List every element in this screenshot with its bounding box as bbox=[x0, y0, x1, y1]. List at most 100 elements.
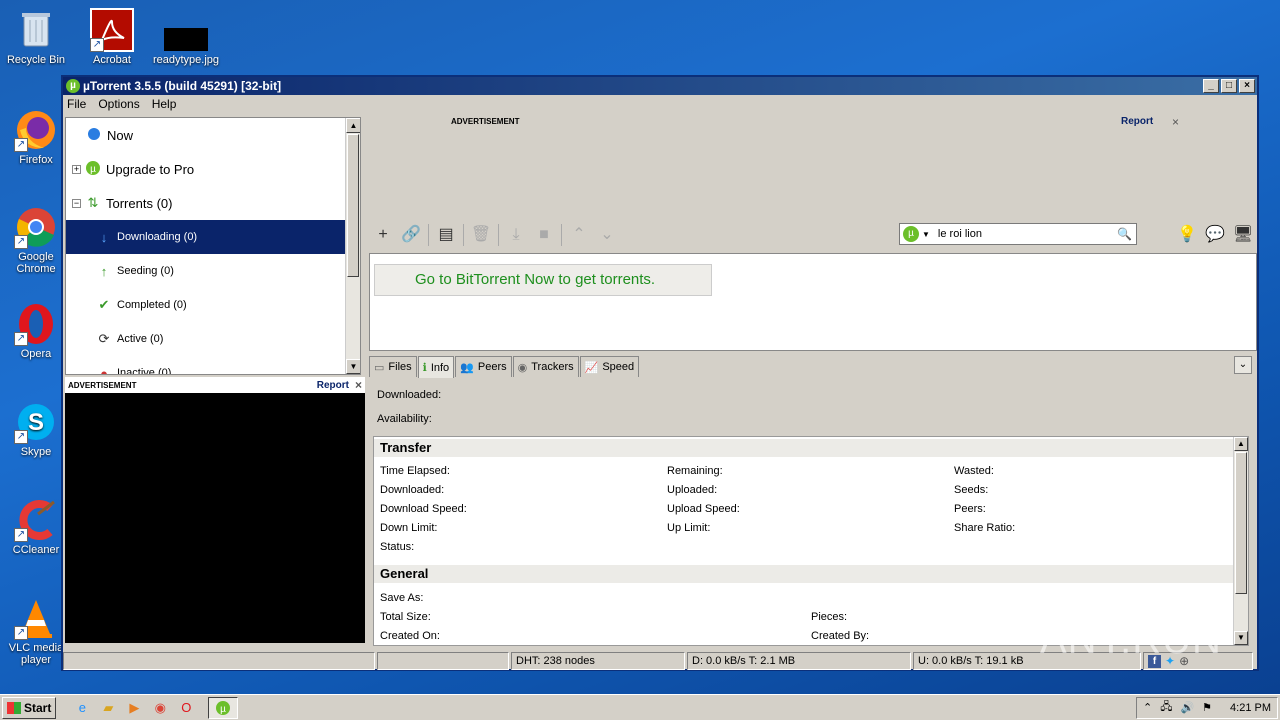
title-bar[interactable]: µ µTorrent 3.5.5 (build 45291) [32-bit] … bbox=[63, 77, 1257, 95]
toolbar-separator bbox=[428, 224, 429, 246]
transfer-section-title: Transfer bbox=[374, 439, 1236, 457]
search-provider-icon[interactable]: µ bbox=[903, 226, 919, 242]
vlc-icon: ↗ bbox=[14, 596, 58, 640]
tab-files[interactable]: ▭ Files bbox=[369, 356, 417, 377]
total-size-label: Total Size: bbox=[380, 611, 431, 623]
sidebar-item-label: Completed (0) bbox=[117, 299, 187, 311]
start-button[interactable]: Start bbox=[2, 696, 57, 719]
start-download-icon[interactable]: ⤓ bbox=[502, 221, 530, 249]
scroll-up-icon[interactable]: ▲ bbox=[1234, 437, 1248, 451]
explorer-folder-icon[interactable]: ▰ bbox=[100, 700, 116, 716]
opera-icon[interactable]: O bbox=[178, 700, 194, 716]
sidebar-item-now[interactable]: Now bbox=[66, 118, 360, 152]
desktop-icon-label: Acrobat bbox=[93, 54, 131, 66]
search-box[interactable]: µ ▼ 🔍 bbox=[899, 223, 1137, 245]
tab-speed[interactable]: 📈 Speed bbox=[579, 356, 640, 377]
peers-label: Peers: bbox=[954, 503, 986, 515]
sidebar-item-inactive[interactable]: ● Inactive (0) bbox=[66, 356, 360, 375]
minimize-button[interactable]: _ bbox=[1203, 79, 1219, 93]
tray-expand-icon[interactable]: ⌃ bbox=[1143, 701, 1152, 714]
scroll-thumb[interactable] bbox=[347, 134, 359, 277]
bittorrent-now-banner[interactable]: Go to BitTorrent Now to get torrents. bbox=[374, 264, 712, 296]
media-player-icon[interactable]: ▶ bbox=[126, 700, 142, 716]
files-icon: ▭ bbox=[374, 361, 385, 374]
scroll-down-icon[interactable]: ▼ bbox=[1234, 631, 1248, 645]
tab-info[interactable]: ℹ Info bbox=[417, 356, 455, 378]
remove-icon[interactable]: 🗑 bbox=[467, 221, 495, 249]
collapse-icon[interactable]: − bbox=[72, 198, 81, 208]
ad-label: ADVERTISEMENT bbox=[68, 380, 137, 390]
expand-icon[interactable]: + bbox=[72, 164, 81, 174]
collapse-panel-icon[interactable]: ⌄ bbox=[1234, 356, 1252, 374]
sidebar-item-active[interactable]: ⟳ Active (0) bbox=[66, 322, 360, 356]
sidebar-item-seeding[interactable]: ↑ Seeding (0) bbox=[66, 254, 360, 288]
top-advertisement: ADVERTISEMENT Report × bbox=[369, 113, 1257, 213]
add-torrent-icon[interactable]: + bbox=[369, 221, 397, 249]
taskbar-utorrent-button[interactable]: µ bbox=[208, 696, 239, 719]
now-icon bbox=[86, 127, 102, 144]
system-tray: ⌃ 🖧 🔊 ⚑ 4:21 PM bbox=[1135, 696, 1278, 719]
sidebar-item-upgrade[interactable]: + µ Upgrade to Pro bbox=[66, 152, 360, 186]
search-input[interactable] bbox=[937, 228, 1108, 240]
sidebar-item-completed[interactable]: ✔ Completed (0) bbox=[66, 288, 360, 322]
availability-label: Availability: bbox=[377, 413, 432, 425]
scroll-up-icon[interactable]: ▲ bbox=[346, 118, 360, 133]
ad-close-icon[interactable]: × bbox=[355, 378, 362, 392]
create-torrent-icon[interactable]: ▤ bbox=[432, 221, 460, 249]
svg-text:µ: µ bbox=[220, 704, 226, 715]
shortcut-arrow-icon: ↗ bbox=[14, 235, 28, 249]
dht-status: DHT: 238 nodes bbox=[511, 652, 685, 670]
status-label: Status: bbox=[380, 541, 415, 553]
menu-options[interactable]: Options bbox=[98, 97, 139, 111]
ad-close-icon[interactable]: × bbox=[1172, 115, 1179, 129]
stop-icon[interactable]: ■ bbox=[530, 221, 558, 249]
refresh-icon: ⟳ bbox=[98, 331, 110, 346]
ad-report-link[interactable]: Report bbox=[1121, 116, 1153, 127]
pieces-label: Pieces: bbox=[811, 611, 848, 623]
details-scrollbar[interactable]: ▲ ▼ bbox=[1233, 437, 1248, 645]
torrent-list[interactable]: Go to BitTorrent Now to get torrents. bbox=[369, 253, 1257, 351]
chrome-icon[interactable]: ◉ bbox=[152, 700, 168, 716]
created-by-label: Created By: bbox=[811, 630, 870, 642]
sidebar-item-label: Upgrade to Pro bbox=[106, 161, 195, 177]
desktop-icon-acrobat[interactable]: ↗ Acrobat bbox=[76, 8, 148, 66]
move-down-icon[interactable]: ⌄ bbox=[593, 221, 621, 249]
clock[interactable]: 4:21 PM bbox=[1230, 702, 1271, 714]
remote-icon[interactable]: 🖥 bbox=[1229, 221, 1257, 249]
search-icon[interactable]: 🔍 bbox=[1117, 227, 1132, 241]
action-center-flag-icon[interactable]: ⚑ bbox=[1202, 701, 1212, 714]
desktop-icon-readytype[interactable]: readytype.jpg bbox=[150, 8, 222, 66]
recycle-bin-icon bbox=[14, 8, 58, 52]
acrobat-icon: ↗ bbox=[90, 8, 134, 52]
download-speed-label: Download Speed: bbox=[380, 503, 467, 515]
move-up-icon[interactable]: ⌃ bbox=[565, 221, 593, 249]
sidebar-item-torrents[interactable]: − ⇅ Torrents (0) bbox=[66, 186, 360, 220]
lightbulb-icon[interactable]: 💡 bbox=[1173, 221, 1201, 249]
chat-icon[interactable]: 💬 bbox=[1201, 221, 1229, 249]
sidebar-item-downloading[interactable]: ↓ Downloading (0) bbox=[66, 220, 360, 254]
windows-logo-icon bbox=[7, 701, 21, 714]
skype-icon: S ↗ bbox=[14, 400, 58, 444]
menu-file[interactable]: File bbox=[67, 97, 86, 111]
menu-help[interactable]: Help bbox=[152, 97, 177, 111]
add-url-link-icon[interactable]: 🔗 bbox=[397, 221, 425, 249]
share-ratio-label: Share Ratio: bbox=[954, 522, 1016, 534]
sidebar-scrollbar[interactable]: ▲ ▼ bbox=[345, 118, 360, 374]
general-section-title: General bbox=[374, 565, 1236, 583]
status-cell-empty bbox=[63, 652, 375, 670]
maximize-button[interactable]: □ bbox=[1221, 79, 1237, 93]
desktop-icon-recycle-bin[interactable]: Recycle Bin bbox=[0, 8, 72, 66]
scroll-down-icon[interactable]: ▼ bbox=[346, 359, 360, 374]
volume-icon[interactable]: 🔊 bbox=[1180, 701, 1194, 714]
tab-label: Trackers bbox=[531, 361, 574, 373]
ad-report-link[interactable]: Report bbox=[317, 380, 349, 391]
tab-peers[interactable]: 👥 Peers bbox=[455, 356, 512, 377]
toolbar-separator bbox=[561, 224, 562, 246]
close-button[interactable]: × bbox=[1239, 79, 1255, 93]
ie-icon[interactable]: e bbox=[74, 700, 90, 716]
details-area: Transfer Time Elapsed: Remaining: Wasted… bbox=[373, 436, 1249, 646]
chevron-down-icon[interactable]: ▼ bbox=[922, 230, 930, 239]
scroll-thumb[interactable] bbox=[1235, 452, 1247, 594]
network-icon[interactable]: 🖧 bbox=[1160, 698, 1172, 717]
tab-trackers[interactable]: ◉ Trackers bbox=[512, 356, 579, 377]
